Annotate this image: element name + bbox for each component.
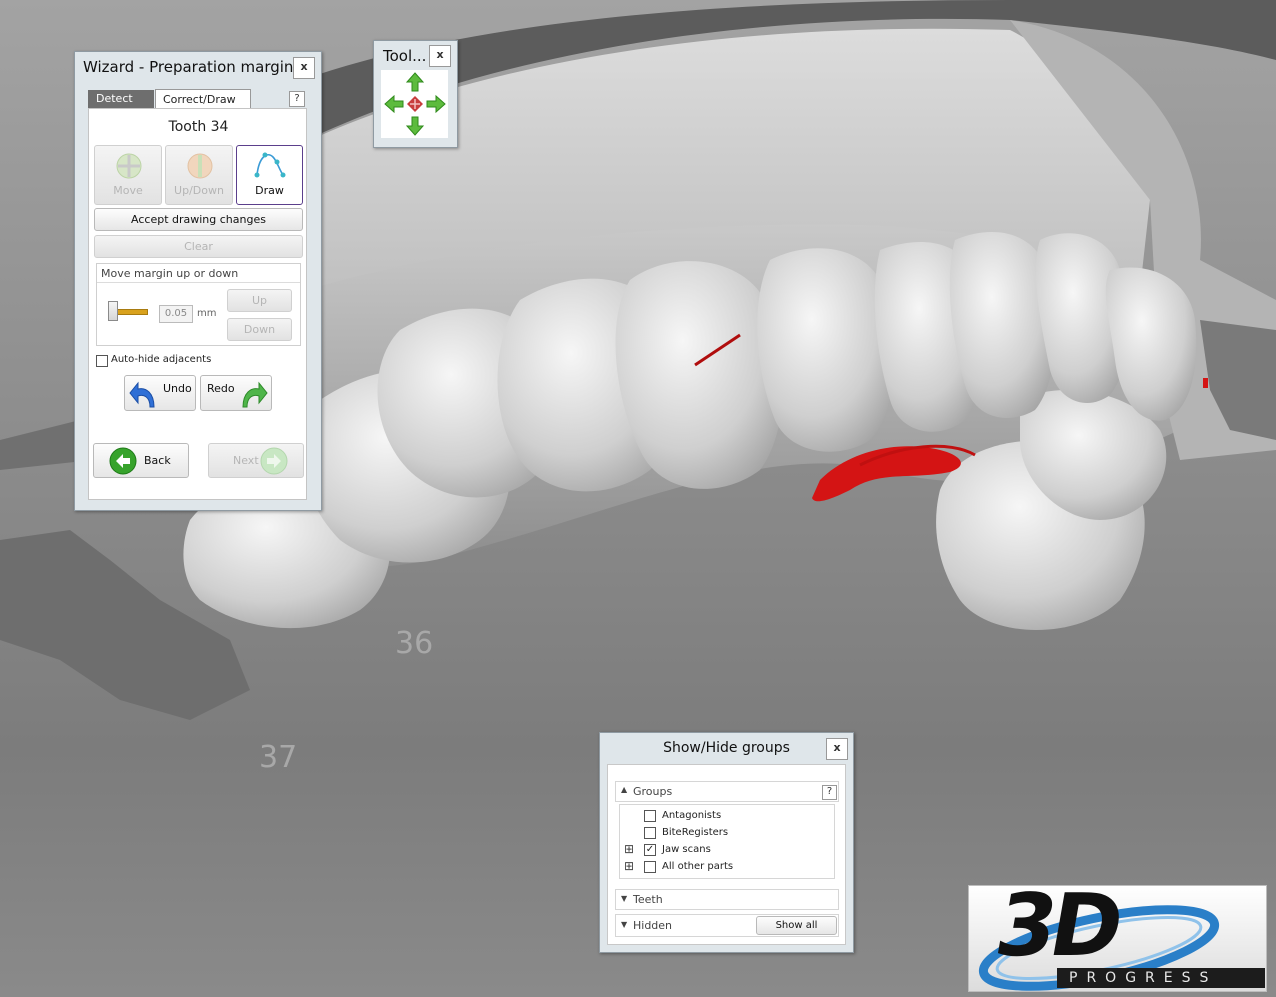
list-item[interactable]: BiteRegisters	[620, 825, 834, 841]
logo-progress-text: PROGRESS	[1069, 970, 1218, 986]
hidden-section-label: Hidden	[633, 919, 673, 932]
step-value-field[interactable]: 0.05	[159, 305, 193, 323]
updown-icon	[187, 153, 213, 179]
3d-progress-logo: 3D PROGRESS	[968, 885, 1267, 992]
undo-arrow-icon	[129, 381, 155, 408]
redo-button[interactable]: Redo	[200, 375, 272, 411]
down-button[interactable]: Down	[227, 318, 292, 341]
logo-3d-text: 3D	[988, 885, 1126, 976]
back-button[interactable]: Back	[93, 443, 189, 478]
groups-close-button[interactable]: x	[826, 738, 848, 760]
autohide-checkbox[interactable]	[96, 355, 108, 367]
groups-title: Show/Hide groups	[663, 740, 790, 756]
redo-label: Redo	[207, 382, 235, 395]
jaw-scans-checkbox[interactable]: ✓	[644, 844, 656, 856]
arrow-left-icon[interactable]	[384, 94, 404, 114]
margin-point	[1203, 378, 1208, 388]
tooth-number-37: 37	[259, 740, 298, 775]
show-all-button[interactable]: Show all	[756, 916, 837, 935]
move-mode-button[interactable]: Move	[94, 145, 162, 205]
tool-panel: Tool... x	[373, 40, 458, 148]
autohide-label: Auto-hide adjacents	[111, 354, 212, 365]
wizard-panel: Wizard - Preparation margin ... x Detect…	[74, 51, 322, 511]
show-hide-groups-panel: Show/Hide groups x ▲ Groups ? Antagonist…	[599, 732, 854, 953]
tooth-32	[757, 248, 894, 452]
step-slider[interactable]	[108, 301, 150, 321]
expand-arrow-icon: ▼	[621, 920, 628, 929]
list-item[interactable]: ⊞ ✓ Jaw scans	[620, 842, 834, 858]
expand-plus-icon[interactable]: ⊞	[624, 842, 634, 856]
jaw-scans-label: Jaw scans	[662, 844, 711, 855]
move-margin-group-title: Move margin up or down	[101, 267, 239, 280]
move-mode-label: Move	[113, 184, 143, 197]
clear-button[interactable]: Clear	[94, 235, 303, 258]
slider-thumb[interactable]	[108, 301, 118, 321]
teeth-section-label: Teeth	[633, 893, 663, 906]
up-button[interactable]: Up	[227, 289, 292, 312]
help-button[interactable]: ?	[289, 91, 305, 107]
move-icon	[116, 153, 142, 179]
undo-button[interactable]: Undo	[124, 375, 196, 411]
tooth-title: Tooth 34	[168, 119, 229, 135]
tool-close-button[interactable]: x	[429, 45, 451, 67]
wizard-close-button[interactable]: x	[293, 57, 315, 79]
back-arrow-icon	[109, 447, 137, 475]
next-button[interactable]: Next	[208, 443, 304, 478]
redo-arrow-icon	[242, 381, 268, 408]
arrow-up-icon[interactable]	[405, 72, 425, 92]
groups-help-button[interactable]: ?	[822, 785, 837, 800]
arrow-down-icon[interactable]	[405, 116, 425, 136]
all-other-parts-checkbox[interactable]	[644, 861, 656, 873]
hidden-section-header[interactable]: ▼ Hidden Show all	[615, 914, 839, 937]
wizard-title: Wizard - Preparation margin ...	[83, 58, 313, 76]
back-label: Back	[144, 454, 171, 467]
groups-section-label: Groups	[633, 785, 673, 798]
undo-label: Undo	[163, 382, 192, 395]
antagonists-checkbox[interactable]	[644, 810, 656, 822]
arrow-right-icon[interactable]	[426, 94, 446, 114]
list-item[interactable]: Antagonists	[620, 808, 834, 824]
groups-titlebar[interactable]: Show/Hide groups x	[600, 733, 853, 763]
next-label: Next	[233, 454, 259, 467]
tool-title: Tool...	[383, 47, 427, 65]
draw-spline-icon	[254, 152, 286, 178]
tab-detect[interactable]: Detect	[88, 90, 154, 108]
wizard-content: Tooth 34 Move Up/Down Draw Accept drawin…	[88, 108, 307, 500]
move-margin-group: Move margin up or down 0.05 mm Up Down	[96, 263, 301, 346]
all-other-parts-label: All other parts	[662, 861, 734, 872]
draw-mode-label: Draw	[255, 184, 284, 197]
groups-content: ▲ Groups ? Antagonists BiteRegisters ⊞ ✓…	[607, 764, 846, 945]
list-item[interactable]: ⊞ All other parts	[620, 859, 834, 875]
collapse-arrow-icon: ▲	[621, 785, 628, 794]
tab-correct-draw-label: Correct/Draw	[163, 93, 236, 106]
biteregisters-checkbox[interactable]	[644, 827, 656, 839]
expand-arrow-icon: ▼	[621, 894, 628, 903]
antagonists-label: Antagonists	[662, 810, 722, 821]
updown-mode-button[interactable]: Up/Down	[165, 145, 233, 205]
next-arrow-icon	[260, 447, 288, 475]
wizard-titlebar[interactable]: Wizard - Preparation margin ... x	[75, 52, 321, 82]
accept-drawing-changes-button[interactable]: Accept drawing changes	[94, 208, 303, 231]
tab-correct-draw[interactable]: Correct/Draw	[155, 89, 251, 109]
draw-mode-button[interactable]: Draw	[236, 145, 303, 205]
tool-titlebar[interactable]: Tool... x	[374, 41, 457, 71]
group-divider	[97, 282, 300, 283]
center-view-icon[interactable]	[406, 95, 424, 113]
tooth-number-36: 36	[395, 626, 434, 661]
biteregisters-label: BiteRegisters	[662, 827, 729, 838]
groups-list: Antagonists BiteRegisters ⊞ ✓ Jaw scans …	[619, 804, 835, 879]
tab-detect-label: Detect	[96, 92, 133, 105]
groups-section-header[interactable]: ▲ Groups ?	[615, 781, 839, 802]
teeth-section-header[interactable]: ▼ Teeth	[615, 889, 839, 910]
expand-plus-icon[interactable]: ⊞	[624, 859, 634, 873]
updown-mode-label: Up/Down	[174, 184, 224, 197]
step-unit: mm	[197, 308, 217, 319]
view-navigation-pad	[381, 70, 448, 138]
